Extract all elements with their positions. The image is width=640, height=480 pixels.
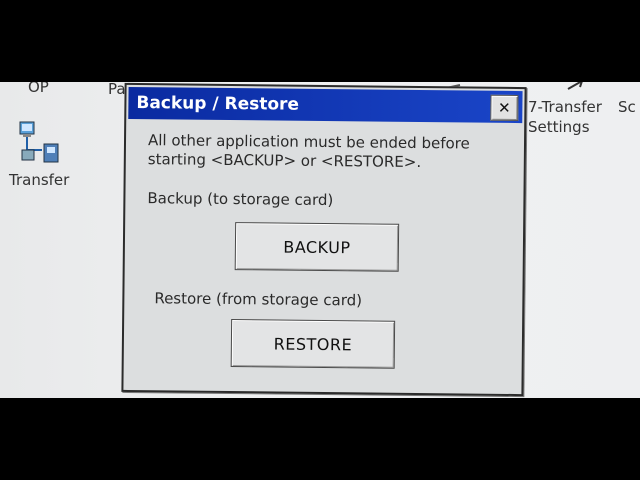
letterbox-top [0, 0, 640, 82]
desktop-icon-transfer-label[interactable]: Transfer [9, 171, 69, 189]
dialog-message-line-2: starting <BACKUP> or <RESTORE>. [147, 150, 422, 172]
close-icon: ✕ [497, 98, 511, 117]
dialog-title: Backup / Restore [136, 93, 300, 115]
letterbox-bottom [0, 398, 640, 480]
desktop-icon-op-label[interactable]: OP [28, 82, 49, 96]
backup-restore-dialog: Backup / Restore ✕ All other application… [121, 82, 527, 397]
backup-button[interactable]: BACKUP [234, 222, 400, 272]
transfer-icon[interactable] [14, 120, 64, 172]
settings-arrow-icon [566, 82, 586, 95]
dialog-message: All other application must be ended befo… [148, 131, 508, 173]
desktop-icon-pa-label[interactable]: Pa [108, 82, 126, 98]
restore-label: Restore (from storage card) [154, 289, 363, 310]
close-button[interactable]: ✕ [490, 94, 519, 122]
desktop-icon-sc-label[interactable]: Sc [618, 98, 636, 116]
backup-label: Backup (to storage card) [147, 189, 334, 210]
desktop-icon-transfer-settings-label-1[interactable]: 7-Transfer [528, 98, 602, 116]
desktop-icon-transfer-settings-label-2[interactable]: Settings [528, 118, 590, 136]
restore-button[interactable]: RESTORE [230, 319, 396, 369]
dialog-titlebar[interactable]: Backup / Restore ✕ [128, 86, 523, 124]
